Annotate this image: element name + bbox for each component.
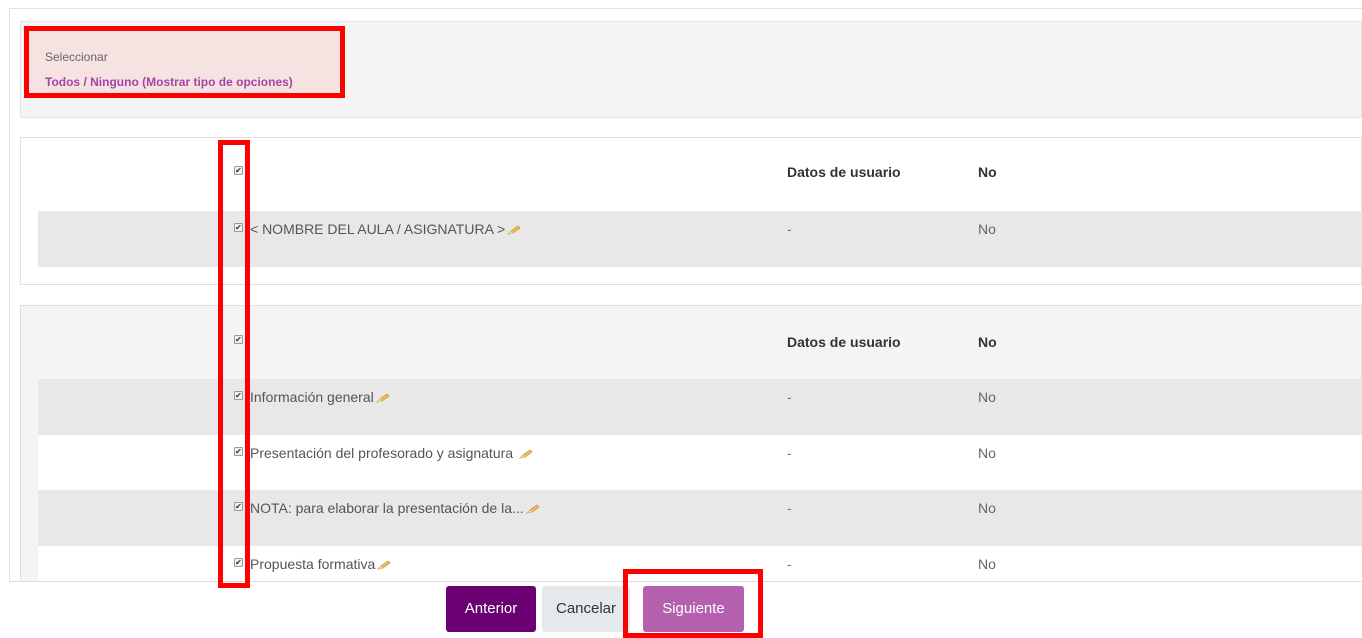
- row-included: No: [978, 389, 996, 405]
- row-type: -: [787, 556, 792, 572]
- pencil-edit-icon[interactable]: [375, 393, 390, 403]
- pencil-edit-icon[interactable]: [377, 560, 391, 570]
- row-item-name: Información general: [250, 389, 374, 405]
- show-types-link[interactable]: (Mostrar tipo de opciones): [142, 75, 293, 89]
- previous-button[interactable]: Anterior: [446, 586, 536, 632]
- row-item: Información general: [250, 389, 390, 405]
- pencil-edit-icon[interactable]: [525, 504, 540, 514]
- row-type: -: [787, 445, 792, 461]
- select-links: Todos / Ninguno (Mostrar tipo de opcione…: [45, 75, 293, 89]
- row-included: No: [978, 556, 996, 572]
- row-type: -: [787, 500, 792, 516]
- select-all-link[interactable]: Todos: [45, 75, 80, 89]
- row-item-name: Propuesta formativa: [250, 556, 376, 572]
- section-1-type-header: Datos de usuario: [787, 164, 901, 180]
- section-1-included-header: No: [978, 164, 997, 180]
- row-item: Propuesta formativa: [250, 556, 391, 572]
- select-separator: /: [80, 75, 91, 89]
- cancel-button[interactable]: Cancelar: [542, 586, 630, 632]
- row-type: -: [787, 389, 792, 405]
- select-none-link[interactable]: Ninguno: [90, 75, 139, 89]
- row-item-name: NOTA: para elaborar la presentación de l…: [250, 500, 524, 516]
- row-item: Presentación del profesorado y asignatur…: [250, 445, 533, 461]
- next-button-highlight: [623, 569, 763, 638]
- section-2-included-header: No: [978, 334, 997, 350]
- row-included: No: [978, 221, 996, 237]
- row-item: < NOMBRE DEL AULA / ASIGNATURA >: [250, 221, 521, 237]
- row-item-name: Presentación del profesorado y asignatur…: [250, 445, 517, 461]
- frame-left-border: [9, 8, 10, 582]
- pencil-edit-icon[interactable]: [507, 225, 521, 235]
- checkbox-column-highlight: [218, 140, 250, 588]
- row-item: NOTA: para elaborar la presentación de l…: [250, 500, 540, 516]
- row-item-name: < NOMBRE DEL AULA / ASIGNATURA >: [250, 221, 506, 237]
- select-label: Seleccionar: [45, 50, 108, 64]
- row-included: No: [978, 500, 996, 516]
- section-2-type-header: Datos de usuario: [787, 334, 901, 350]
- frame-top-border: [9, 8, 1362, 9]
- row-included: No: [978, 445, 996, 461]
- pencil-edit-icon[interactable]: [518, 449, 533, 459]
- row-type: -: [787, 221, 792, 237]
